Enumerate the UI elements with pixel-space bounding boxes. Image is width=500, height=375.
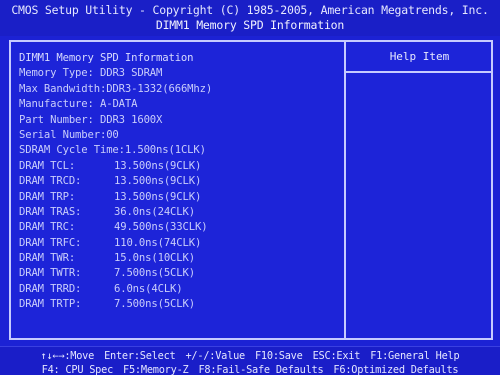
key-legend-line-1: ↑↓←→:Move Enter:Select +/-/:Value F10:Save E…	[0, 347, 500, 363]
timing-row-tras[interactable]: DRAM TRAS: 36.0ns(24CLK)	[19, 205, 341, 220]
key-hint-cpu-spec: F4: CPU Spec	[41, 364, 114, 375]
info-row-cycle-time[interactable]: SDRAM Cycle Time:1.500ns(1CLK)	[19, 143, 341, 158]
info-label: Max Bandwidth:	[19, 82, 107, 95]
key-legend-line-2: F4: CPU Spec F5:Memory-Z F8:Fail-Safe Defa…	[0, 363, 500, 375]
timing-row-trrd[interactable]: DRAM TRRD: 6.0ns(4CLK)	[19, 282, 341, 297]
key-hint-value: +/-/:Value	[185, 350, 245, 362]
help-divider	[346, 71, 493, 73]
key-hint-optimized: F6:Optimized Defaults	[333, 364, 459, 375]
timing-row-trcd[interactable]: DRAM TRCD: 13.500ns(9CLK)	[19, 174, 341, 189]
timing-label: DRAM TRCD:	[19, 175, 82, 188]
timing-label: DRAM TWTR:	[19, 267, 82, 280]
bios-title: CMOS Setup Utility - Copyright (C) 1985-…	[11, 3, 489, 17]
info-label: SDRAM Cycle Time:	[19, 144, 125, 157]
key-hint-save: F10:Save	[254, 350, 303, 362]
timing-value: 13.500ns(9CLK)	[114, 159, 202, 172]
timing-label: DRAM TRFC:	[19, 236, 82, 249]
timing-value: 49.500ns(33CLK)	[114, 221, 208, 234]
timing-row-twtr[interactable]: DRAM TWTR: 7.500ns(5CLK)	[19, 266, 341, 281]
timing-label: DRAM TRP:	[19, 190, 76, 203]
panel-divider	[344, 42, 346, 338]
timing-label: DRAM TRAS:	[19, 205, 82, 218]
info-value: 1.500ns(1CLK)	[124, 144, 206, 157]
timing-value: 6.0ns(4CLK)	[114, 282, 183, 295]
bios-screen: CMOS Setup Utility - Copyright (C) 1985-…	[0, 0, 500, 375]
timing-value: 13.500ns(9CLK)	[114, 175, 202, 188]
help-item-title: Help Item	[389, 50, 450, 63]
key-hint-exit: ESC:Exit	[312, 350, 361, 362]
info-row-memory-type[interactable]: Memory Type: DDR3 SDRAM	[19, 66, 341, 81]
timing-row-trc[interactable]: DRAM TRC: 49.500ns(33CLK)	[19, 220, 341, 235]
info-row-part-number[interactable]: Part Number: DDR3 1600X	[19, 113, 341, 128]
info-value: DDR3 1600X	[99, 113, 163, 126]
timing-value: 7.500ns(5CLK)	[114, 267, 195, 280]
timing-value: 7.500ns(5CLK)	[114, 298, 195, 311]
timing-value: 15.0ns(10CLK)	[114, 252, 195, 265]
timing-label: DRAM TRC:	[19, 221, 76, 234]
info-row-manufacture[interactable]: Manufacture: A-DATA	[19, 97, 341, 112]
timing-label: DRAM TRTP:	[19, 298, 82, 311]
timing-label: DRAM TCL:	[19, 159, 76, 172]
timing-row-twr[interactable]: DRAM TWR: 15.0ns(10CLK)	[19, 251, 341, 266]
info-label: Part Number:	[19, 113, 94, 126]
info-value: 00	[106, 128, 119, 141]
timing-row-trtp[interactable]: DRAM TRTP: 7.500ns(5CLK)	[19, 297, 341, 312]
key-legend-footer: ↑↓←→:Move Enter:Select +/-/:Value F10:Save E…	[0, 346, 500, 375]
info-label: Memory Type:	[19, 67, 94, 80]
info-label: Manufacture:	[19, 98, 94, 111]
main-frame: DIMM1 Memory SPD Information Memory Type…	[9, 40, 493, 340]
page-subtitle: DIMM1 Memory SPD Information	[155, 18, 345, 32]
key-hint-select: Enter:Select	[104, 350, 176, 362]
info-value: DDR3 SDRAM	[99, 67, 163, 80]
info-value: A-DATA	[99, 98, 138, 111]
panel-heading: DIMM1 Memory SPD Information	[19, 52, 194, 64]
timing-row-trfc[interactable]: DRAM TRFC: 110.0ns(74CLK)	[19, 236, 341, 251]
timing-value: 110.0ns(74CLK)	[114, 236, 202, 249]
timing-row-trp[interactable]: DRAM TRP: 13.500ns(9CLK)	[19, 190, 341, 205]
info-value: DDR3-1332(666Mhz)	[106, 82, 213, 95]
spd-info-panel: DIMM1 Memory SPD Information Memory Type…	[19, 51, 341, 313]
timing-row-tcl[interactable]: DRAM TCL: 13.500ns(9CLK)	[19, 159, 341, 174]
info-row-max-bandwidth[interactable]: Max Bandwidth:DDR3-1332(666Mhz)	[19, 82, 341, 97]
key-hint-memory-z: F5:Memory-Z	[123, 364, 189, 375]
info-row-serial-number[interactable]: Serial Number:00	[19, 128, 341, 143]
timing-value: 13.500ns(9CLK)	[114, 190, 202, 203]
timing-label: DRAM TWR:	[19, 252, 76, 265]
key-hint-fail-safe: F8:Fail-Safe Defaults	[198, 364, 324, 375]
info-label: Serial Number:	[19, 128, 107, 141]
key-hint-help: F1:General Help	[370, 350, 460, 362]
timing-value: 36.0ns(24CLK)	[114, 205, 195, 218]
timing-label: DRAM TRRD:	[19, 282, 82, 295]
title-bar: CMOS Setup Utility - Copyright (C) 1985-…	[0, 0, 500, 36]
key-hint-move: ↑↓←→:Move	[40, 350, 95, 362]
